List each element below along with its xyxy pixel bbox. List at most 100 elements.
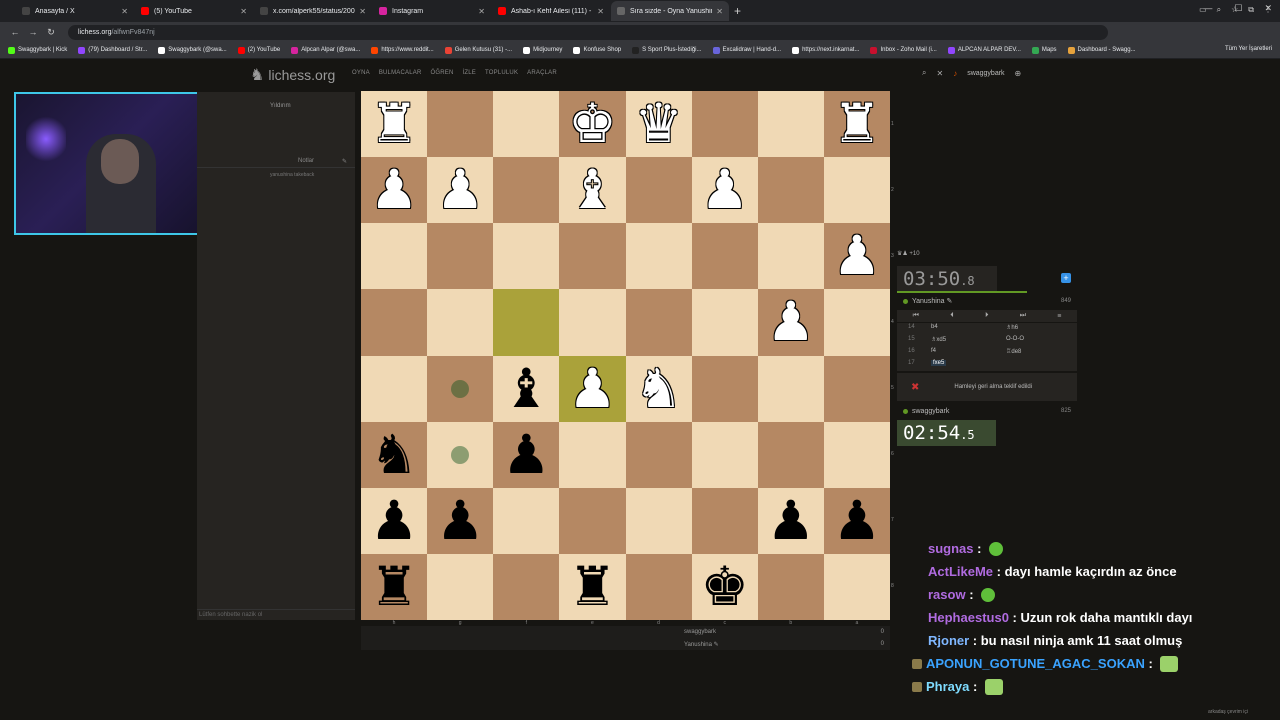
board-square[interactable]: ♞ [361, 421, 428, 488]
board-square[interactable]: ♟ [559, 355, 626, 422]
board-square[interactable]: ♟ [691, 157, 758, 224]
board-square[interactable] [691, 421, 758, 488]
zoom-icon[interactable]: ⌕ [1217, 5, 1221, 15]
bookmark-item[interactable]: Swaggybark (@swa... [158, 46, 227, 54]
tab-close-icon[interactable]: ✕ [240, 7, 247, 16]
nav-item-oyna[interactable]: OYNA [352, 70, 370, 76]
move-hint-dot[interactable] [451, 379, 470, 398]
board-square[interactable] [493, 223, 560, 290]
nav-item-bulmacalar[interactable]: BULMACALAR [379, 70, 422, 76]
user-avatar-icon[interactable]: ⊕ [1015, 69, 1022, 78]
board-square[interactable] [427, 223, 494, 290]
chess-piece[interactable]: ♟ [436, 493, 484, 548]
move-hint-dot[interactable] [451, 445, 470, 464]
reload-icon[interactable]: ↻ [42, 27, 60, 38]
browser-tab[interactable]: Ashab-ı Kehf Ailesi (111) - bayi... ✕ [492, 1, 610, 21]
board-square[interactable]: ♞ [625, 355, 692, 422]
search-icon[interactable]: ⌕ [922, 68, 926, 78]
board-square[interactable] [427, 91, 494, 158]
chess-piece[interactable]: ♟ [767, 493, 815, 548]
board-square[interactable] [823, 355, 890, 422]
board-square[interactable] [757, 223, 824, 290]
board-square[interactable] [691, 289, 758, 356]
bookmark-item[interactable]: Swaggybark | Kick [8, 46, 67, 54]
bookmark-item[interactable]: Dashboard - Swagg... [1067, 46, 1136, 54]
board-square[interactable] [625, 223, 692, 290]
board-square[interactable] [757, 553, 824, 620]
tab-close-icon[interactable]: ✕ [359, 7, 366, 16]
chess-piece[interactable]: ♝ [568, 163, 616, 217]
bookmark-item[interactable]: Alpcan Alpar (@swa... [291, 46, 360, 54]
bookmark-item[interactable]: Maps [1031, 46, 1057, 54]
chess-piece[interactable]: ♝ [502, 361, 550, 416]
white-move[interactable]: fxe5 [931, 360, 947, 366]
board-square[interactable]: ♟ [427, 157, 494, 224]
board-square[interactable]: ♝ [559, 157, 626, 224]
tab-close-icon[interactable]: ✕ [478, 7, 485, 16]
board-square[interactable] [823, 157, 890, 224]
board-square[interactable] [625, 157, 692, 224]
browser-tab[interactable]: Instagram ✕ [373, 1, 491, 21]
new-tab-icon[interactable]: + [734, 4, 741, 18]
star-icon[interactable]: ☆ [1231, 5, 1238, 15]
bell-icon[interactable]: ♪ [953, 69, 957, 78]
bookmark-item[interactable]: Excalidraw | Hand-d... [712, 46, 781, 54]
chess-piece[interactable]: ♟ [502, 427, 550, 482]
bookmark-item[interactable]: https://next.inkarnat... [792, 46, 859, 54]
board-square[interactable] [757, 355, 824, 422]
url-input[interactable]: lichess.org/alfwnFv847nj [68, 24, 1108, 40]
black-move[interactable]: ♗h6 [1006, 324, 1018, 331]
board-square[interactable] [625, 553, 692, 620]
chess-piece[interactable]: ♛ [634, 97, 682, 151]
tab-close-icon[interactable]: ✕ [597, 7, 604, 16]
board-square[interactable] [427, 421, 494, 488]
bookmark-item[interactable]: Gelen Kutusu (31) -... [444, 46, 512, 54]
board-square[interactable] [361, 223, 428, 290]
cast-icon[interactable]: ▭ [1199, 5, 1207, 15]
board-square[interactable] [493, 289, 560, 356]
board-square[interactable]: ♜ [361, 91, 428, 158]
nav-item-araçlar[interactable]: ARAÇLAR [527, 70, 557, 76]
add-time-button[interactable]: + [1061, 273, 1071, 283]
lichess-logo[interactable]: ♞ lichess.org [250, 65, 335, 85]
move-nav-icon[interactable]: ⏵ [985, 312, 989, 320]
chess-piece[interactable]: ♟ [767, 295, 815, 349]
menu-icon[interactable]: ⋮ [1264, 5, 1272, 15]
nav-item-i̇zle[interactable]: İZLE [463, 70, 476, 76]
chess-piece[interactable]: ♟ [370, 493, 418, 548]
chess-piece[interactable]: ♞ [370, 427, 418, 482]
bookmark-item[interactable]: (2) YouTube [237, 46, 280, 54]
board-square[interactable]: ♜ [823, 91, 890, 158]
board-square[interactable]: ♜ [361, 553, 428, 620]
move-nav-icon[interactable]: ⏴ [950, 312, 954, 320]
board-square[interactable] [625, 289, 692, 356]
board-square[interactable] [559, 421, 626, 488]
move-nav-icon[interactable]: ⏮ [913, 312, 919, 320]
board-square[interactable] [823, 421, 890, 488]
board-square[interactable]: ♟ [757, 289, 824, 356]
bookmark-item[interactable]: Inbox - Zoho Mail (i... [870, 46, 937, 54]
bookmark-item[interactable]: https://www.reddit... [371, 46, 434, 54]
username-link[interactable]: swaggybark [967, 70, 1004, 77]
chess-board[interactable]: ♜ ♚ ♛ ♜ ♟ ♟ ♝ ♟ ♟ ♟ ♝ ♟ ♞ ♞ ♟ ♟ ♟ ♟ ♟ ♜ ♜ ♚ [361, 91, 890, 620]
back-icon[interactable]: ← [6, 27, 24, 37]
board-square[interactable]: ♟ [427, 487, 494, 554]
board-square[interactable]: ♜ [559, 553, 626, 620]
chess-piece[interactable]: ♟ [568, 361, 616, 416]
chess-piece[interactable]: ♜ [568, 559, 616, 614]
decline-takeback-icon[interactable]: ✖ [911, 382, 919, 393]
all-bookmarks[interactable]: Tüm Yer İşaretleri [1225, 46, 1272, 52]
browser-tab[interactable]: Sıra sizde - Oyna Yanushina • li... ✕ [611, 1, 729, 21]
board-square[interactable] [559, 223, 626, 290]
chess-piece[interactable]: ♜ [370, 559, 418, 614]
board-square[interactable]: ♛ [625, 91, 692, 158]
board-square[interactable] [823, 289, 890, 356]
chess-piece[interactable]: ♜ [833, 97, 881, 151]
chess-piece[interactable]: ♚ [700, 559, 748, 614]
forward-icon[interactable]: → [24, 27, 42, 37]
chess-piece[interactable]: ♚ [568, 97, 616, 151]
white-move[interactable]: ♗xd5 [931, 336, 946, 343]
board-square[interactable] [625, 421, 692, 488]
chess-piece[interactable]: ♟ [700, 163, 748, 217]
chess-piece[interactable]: ♟ [833, 493, 881, 548]
